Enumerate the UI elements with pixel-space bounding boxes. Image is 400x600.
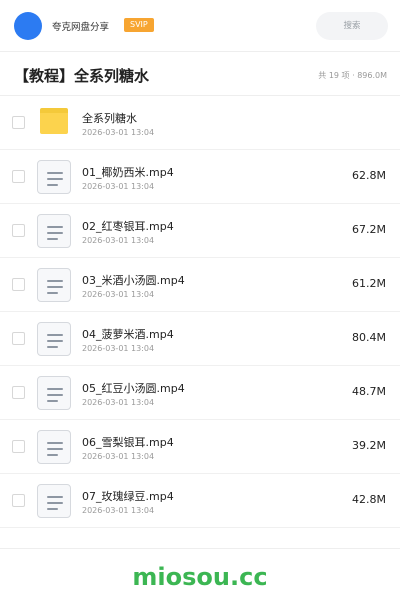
file-name: 02_红枣银耳.mp4 — [82, 220, 174, 233]
file-name: 01_椰奶西米.mp4 — [82, 166, 174, 179]
svip-badge: SVIP — [124, 18, 154, 32]
select-checkbox[interactable] — [12, 494, 25, 507]
file-name: 06_雪梨银耳.mp4 — [82, 436, 174, 449]
file-size: 61.2M — [352, 277, 386, 290]
search-input[interactable]: 搜索 — [316, 12, 388, 40]
list-item[interactable]: 06_雪梨银耳.mp4 2026-03-01 13:04 39.2M — [0, 420, 400, 474]
file-name: 03_米酒小汤圆.mp4 — [82, 274, 185, 287]
site-name: 夸克网盘分享 — [52, 22, 110, 33]
file-date: 2026-03-01 13:04 — [82, 290, 155, 299]
select-checkbox[interactable] — [12, 386, 25, 399]
select-checkbox[interactable] — [12, 170, 25, 183]
file-date: 2026-03-01 13:04 — [82, 506, 155, 515]
file-size: 62.8M — [352, 169, 386, 182]
file-name: 04_菠萝米酒.mp4 — [82, 328, 174, 341]
avatar[interactable] — [14, 12, 42, 40]
list-item[interactable]: 05_红豆小汤圆.mp4 2026-03-01 13:04 48.7M — [0, 366, 400, 420]
title-bar: 【教程】全系列糖水 共 19 项 · 896.0M — [0, 52, 400, 96]
footer: miosou.cc — [0, 548, 400, 600]
file-size: 67.2M — [352, 223, 386, 236]
search-placeholder: 搜索 — [343, 21, 361, 31]
file-name: 05_红豆小汤圆.mp4 — [82, 382, 185, 395]
file-date: 2026-03-01 13:04 — [82, 344, 155, 353]
list-item[interactable]: 03_米酒小汤圆.mp4 2026-03-01 13:04 61.2M — [0, 258, 400, 312]
file-name: 全系列糖水 — [82, 112, 137, 125]
list-item-folder[interactable]: 全系列糖水 2026-03-01 13:04 — [0, 96, 400, 150]
page-title: 【教程】全系列糖水 — [14, 67, 150, 85]
file-list: 全系列糖水 2026-03-01 13:04 01_椰奶西米.mp4 2026-… — [0, 96, 400, 528]
file-date: 2026-03-01 13:04 — [82, 236, 155, 245]
file-name: 07_玫瑰绿豆.mp4 — [82, 490, 174, 503]
file-size: 39.2M — [352, 439, 386, 452]
file-icon — [37, 484, 71, 518]
select-checkbox[interactable] — [12, 332, 25, 345]
list-item[interactable]: 01_椰奶西米.mp4 2026-03-01 13:04 62.8M — [0, 150, 400, 204]
select-checkbox[interactable] — [12, 116, 25, 129]
file-icon — [37, 322, 71, 356]
folder-icon — [40, 108, 68, 134]
header: 夸克网盘分享 SVIP 搜索 — [0, 0, 400, 52]
file-icon — [37, 160, 71, 194]
file-icon — [37, 268, 71, 302]
select-checkbox[interactable] — [12, 278, 25, 291]
file-icon — [37, 376, 71, 410]
list-item[interactable]: 07_玫瑰绿豆.mp4 2026-03-01 13:04 42.8M — [0, 474, 400, 528]
file-icon — [37, 214, 71, 248]
file-date: 2026-03-01 13:04 — [82, 182, 155, 191]
file-size: 80.4M — [352, 331, 386, 344]
file-date: 2026-03-01 13:04 — [82, 452, 155, 461]
item-summary: 共 19 项 · 896.0M — [318, 71, 387, 80]
file-icon — [37, 430, 71, 464]
file-size: 42.8M — [352, 493, 386, 506]
watermark: miosou.cc — [132, 563, 268, 591]
select-checkbox[interactable] — [12, 440, 25, 453]
file-date: 2026-03-01 13:04 — [82, 128, 155, 137]
file-size: 48.7M — [352, 385, 386, 398]
select-checkbox[interactable] — [12, 224, 25, 237]
file-date: 2026-03-01 13:04 — [82, 398, 155, 407]
list-item[interactable]: 04_菠萝米酒.mp4 2026-03-01 13:04 80.4M — [0, 312, 400, 366]
list-item[interactable]: 02_红枣银耳.mp4 2026-03-01 13:04 67.2M — [0, 204, 400, 258]
